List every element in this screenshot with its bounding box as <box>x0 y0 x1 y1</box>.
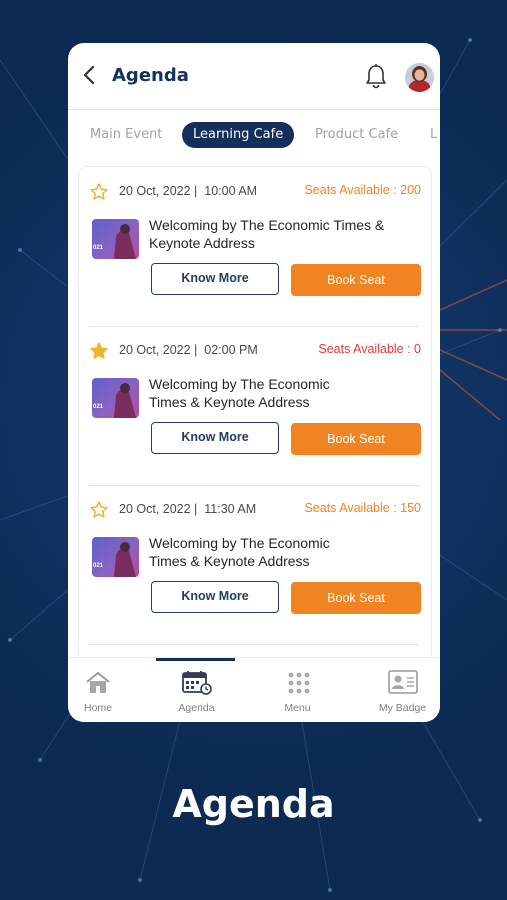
nav-label: My Badge <box>378 702 427 714</box>
tab-main-event[interactable]: Main Event <box>90 122 162 148</box>
event-thumbnail: 021 <box>92 219 139 259</box>
home-icon <box>85 670 111 696</box>
event-datetime: 20 Oct, 2022 | 10:00 AM <box>119 184 258 198</box>
tab-learning-cafe[interactable]: Learning Cafe <box>182 122 295 148</box>
nav-home[interactable]: Home <box>68 658 161 722</box>
divider <box>89 644 419 645</box>
nav-label: Menu <box>284 702 311 714</box>
bottom-navigation: Home Agenda Menu My Badge <box>68 657 440 722</box>
nav-label: Agenda <box>178 702 215 714</box>
event-datetime: 20 Oct, 2022 | 11:30 AM <box>119 502 257 516</box>
know-more-button[interactable]: Know More <box>151 581 279 613</box>
chevron-left-icon[interactable] <box>78 63 102 87</box>
nav-label: Home <box>83 702 112 714</box>
avatar[interactable] <box>405 63 434 92</box>
event-title: Welcoming by The Economic Times & Keynot… <box>149 535 330 569</box>
app-window: Agenda Main Event Learning Cafe Product … <box>68 43 440 722</box>
agenda-list: 20 Oct, 2022 | 10:00 AM Seats Available … <box>78 166 432 660</box>
seats-available: Seats Available : 0 <box>318 342 421 356</box>
book-seat-button[interactable]: Book Seat <box>291 582 421 614</box>
calendar-icon <box>182 670 212 696</box>
agenda-card: 20 Oct, 2022 | 02:00 PM Seats Available … <box>79 326 431 486</box>
event-thumbnail: 021 <box>92 378 139 418</box>
agenda-card: 20 Oct, 2022 | 10:00 AM Seats Available … <box>79 167 431 327</box>
book-seat-button[interactable]: Book Seat <box>291 423 421 455</box>
event-title: Welcoming by The Economic Times & Keynot… <box>149 217 385 251</box>
event-title: Welcoming by The Economic Times & Keynot… <box>149 376 330 410</box>
tab-next-partial[interactable]: L <box>430 122 437 148</box>
star-filled-icon[interactable] <box>89 341 109 361</box>
badge-icon <box>388 670 418 696</box>
seats-available: Seats Available : 200 <box>304 183 421 197</box>
event-time: 02:00 PM <box>204 343 258 357</box>
thumbnail-tag: 021 <box>93 563 104 569</box>
bell-icon[interactable] <box>364 63 388 91</box>
category-tabs: Main Event Learning Cafe Product Cafe L <box>68 119 440 151</box>
book-seat-button[interactable]: Book Seat <box>291 264 421 296</box>
event-datetime: 20 Oct, 2022 | 02:00 PM <box>119 343 258 357</box>
event-time: 10:00 AM <box>204 184 258 198</box>
event-date: 20 Oct, 2022 <box>119 502 191 516</box>
know-more-button[interactable]: Know More <box>151 422 279 454</box>
thumbnail-tag: 021 <box>93 404 104 410</box>
promo-caption: Agenda <box>172 782 335 826</box>
seats-available: Seats Available : 150 <box>304 501 421 515</box>
tab-product-cafe[interactable]: Product Cafe <box>315 122 398 148</box>
app-header: Agenda <box>68 43 440 110</box>
page-title: Agenda <box>112 65 189 86</box>
thumbnail-tag: 021 <box>93 245 104 251</box>
nav-my-badge[interactable]: My Badge <box>356 658 440 722</box>
star-outline-icon[interactable] <box>89 500 109 520</box>
grid-icon <box>286 670 312 696</box>
event-date: 20 Oct, 2022 <box>119 184 191 198</box>
event-time: 11:30 AM <box>204 502 257 516</box>
star-outline-icon[interactable] <box>89 182 109 202</box>
nav-agenda[interactable]: Agenda <box>150 658 243 722</box>
event-thumbnail: 021 <box>92 537 139 577</box>
nav-menu[interactable]: Menu <box>251 658 344 722</box>
event-date: 20 Oct, 2022 <box>119 343 191 357</box>
know-more-button[interactable]: Know More <box>151 263 279 295</box>
agenda-card: 20 Oct, 2022 | 11:30 AM Seats Available … <box>79 485 431 645</box>
